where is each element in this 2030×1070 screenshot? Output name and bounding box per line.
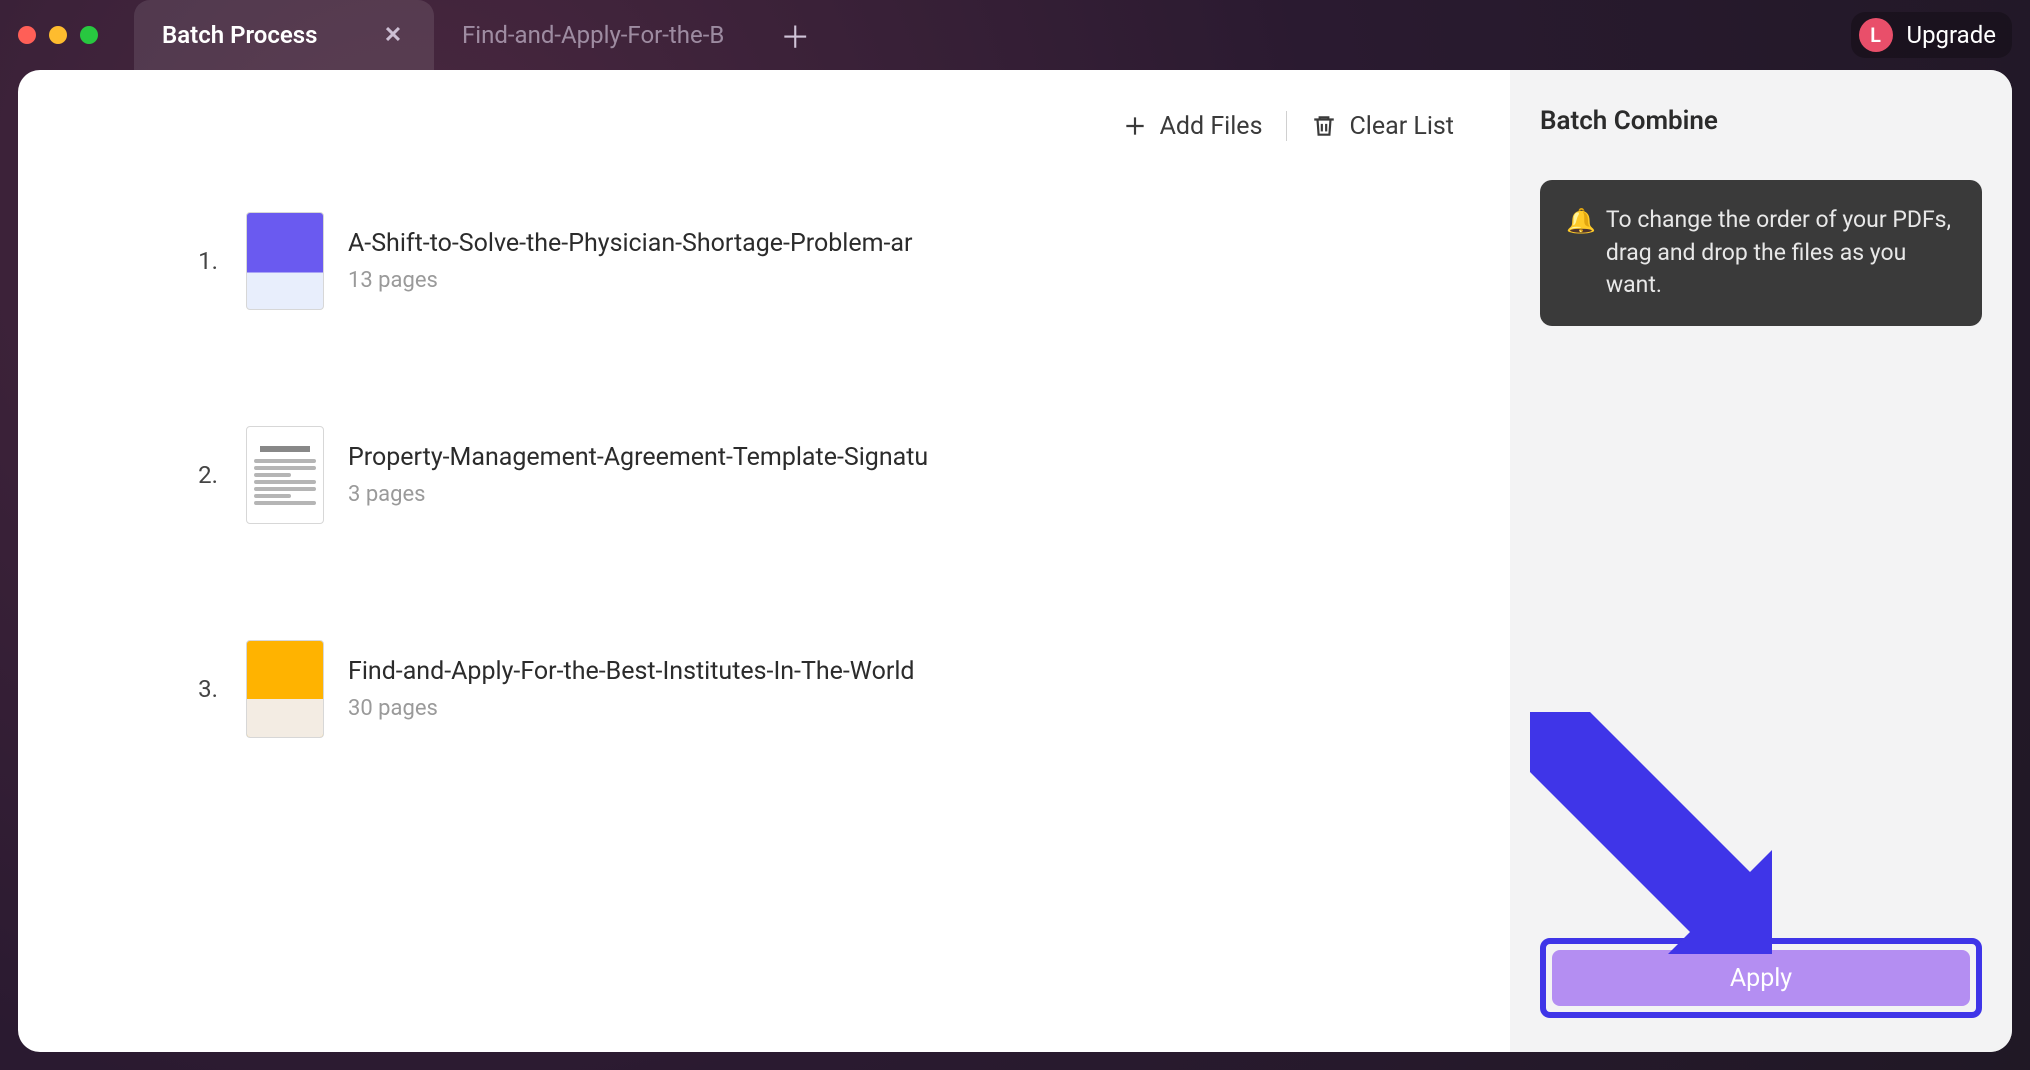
main-window: Add Files Clear List 1. A-Shift-to-Solve… xyxy=(18,70,2012,1052)
sidebar-title: Batch Combine xyxy=(1540,106,1982,136)
add-files-button[interactable]: Add Files xyxy=(1122,112,1263,141)
file-name: A-Shift-to-Solve-the-Physician-Shortage-… xyxy=(348,229,913,258)
upgrade-label: Upgrade xyxy=(1907,21,1997,49)
toolbar-separator xyxy=(1286,111,1287,141)
plus-icon: ＋ xyxy=(780,13,810,57)
clear-list-button[interactable]: Clear List xyxy=(1311,112,1454,141)
file-list: 1. A-Shift-to-Solve-the-Physician-Shorta… xyxy=(18,148,1510,738)
sidebar-panel: Batch Combine 🔔 To change the order of y… xyxy=(1510,70,2012,1052)
file-row[interactable]: 2. Property-Management-Agreement-Templat… xyxy=(172,426,1462,524)
tab-label: Batch Process xyxy=(162,21,366,49)
file-toolbar: Add Files Clear List xyxy=(18,104,1510,148)
upgrade-button[interactable]: L Upgrade xyxy=(1851,12,2013,58)
file-info: A-Shift-to-Solve-the-Physician-Shortage-… xyxy=(348,229,913,293)
tab-find-and-apply[interactable]: Find-and-Apply-For-the-B xyxy=(434,0,752,70)
tab-label: Find-and-Apply-For-the-B xyxy=(462,21,724,49)
add-files-label: Add Files xyxy=(1160,112,1263,141)
file-index: 1. xyxy=(172,247,218,275)
tab-batch-process[interactable]: Batch Process ✕ xyxy=(134,0,434,70)
plus-icon xyxy=(1122,113,1148,139)
close-icon[interactable]: ✕ xyxy=(380,22,406,48)
file-pages: 3 pages xyxy=(348,482,928,507)
apply-highlight: Apply xyxy=(1540,938,1982,1018)
tip-text: To change the order of your PDFs, drag a… xyxy=(1606,204,1956,302)
maximize-window-button[interactable] xyxy=(80,26,98,44)
bell-icon: 🔔 xyxy=(1566,204,1596,302)
file-row[interactable]: 3. Find-and-Apply-For-the-Best-Institute… xyxy=(172,640,1462,738)
file-row[interactable]: 1. A-Shift-to-Solve-the-Physician-Shorta… xyxy=(172,212,1462,310)
file-thumbnail xyxy=(246,426,324,524)
minimize-window-button[interactable] xyxy=(49,26,67,44)
file-thumbnail xyxy=(246,640,324,738)
file-name: Find-and-Apply-For-the-Best-Institutes-I… xyxy=(348,657,915,686)
file-name: Property-Management-Agreement-Template-S… xyxy=(348,443,928,472)
traffic-lights xyxy=(18,26,98,44)
file-list-pane: Add Files Clear List 1. A-Shift-to-Solve… xyxy=(18,70,1510,1052)
apply-button[interactable]: Apply xyxy=(1552,950,1970,1006)
avatar: L xyxy=(1859,18,1893,52)
file-index: 2. xyxy=(172,461,218,489)
file-info: Find-and-Apply-For-the-Best-Institutes-I… xyxy=(348,657,915,721)
tip-box: 🔔 To change the order of your PDFs, drag… xyxy=(1540,180,1982,326)
file-thumbnail xyxy=(246,212,324,310)
clear-list-label: Clear List xyxy=(1349,112,1454,141)
titlebar: Batch Process ✕ Find-and-Apply-For-the-B… xyxy=(0,0,2030,70)
tab-strip: Batch Process ✕ Find-and-Apply-For-the-B… xyxy=(134,0,820,70)
file-index: 3. xyxy=(172,675,218,703)
file-pages: 30 pages xyxy=(348,696,915,721)
trash-icon xyxy=(1311,113,1337,139)
close-window-button[interactable] xyxy=(18,26,36,44)
new-tab-button[interactable]: ＋ xyxy=(770,10,820,60)
file-info: Property-Management-Agreement-Template-S… xyxy=(348,443,928,507)
file-pages: 13 pages xyxy=(348,268,913,293)
